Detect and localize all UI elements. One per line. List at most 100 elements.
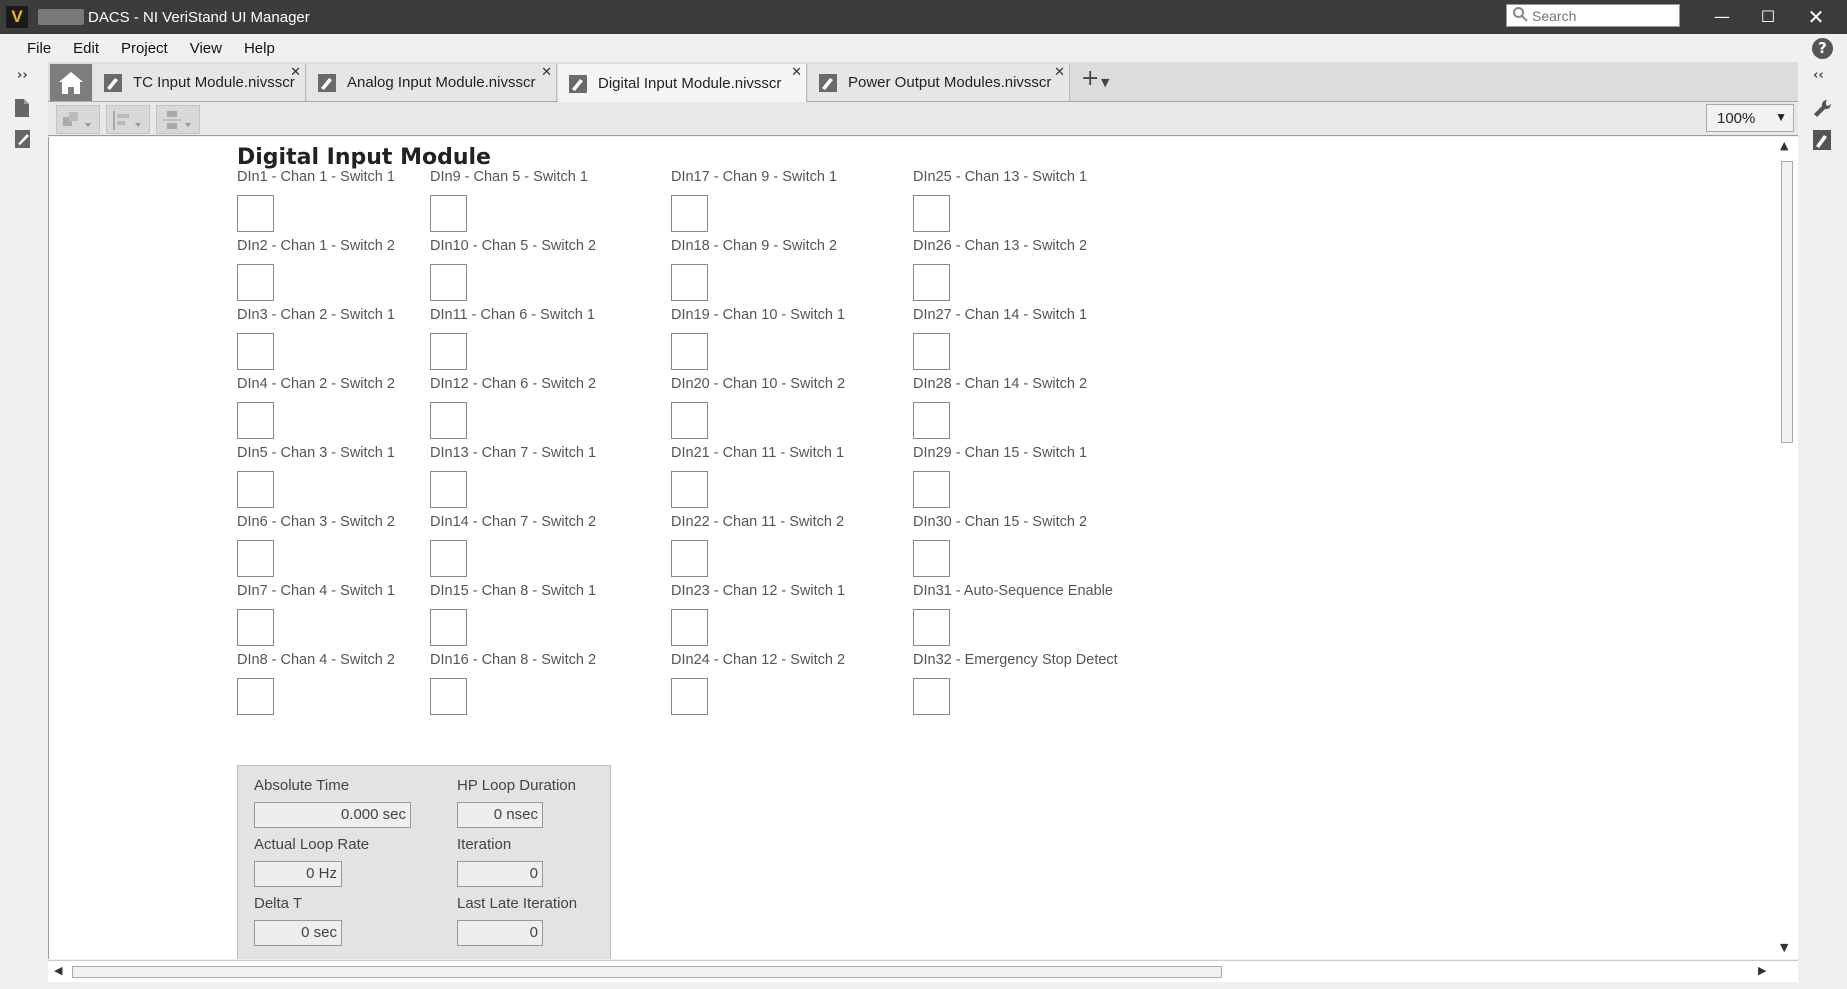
tab-close-icon[interactable]: ✕ bbox=[1054, 64, 1065, 80]
digital-input-indicator bbox=[237, 264, 274, 301]
digital-input-label: DIn27 - Chan 14 - Switch 1 bbox=[913, 307, 1088, 323]
help-icon[interactable]: ? bbox=[1812, 38, 1833, 59]
screen-edit-icon[interactable] bbox=[14, 129, 32, 149]
digital-input-label: DIn8 - Chan 4 - Switch 2 bbox=[237, 652, 395, 668]
digital-input-indicator bbox=[913, 195, 950, 232]
vertical-scroll-thumb[interactable] bbox=[1781, 161, 1793, 443]
digital-input-label: DIn15 - Chan 8 - Switch 1 bbox=[430, 583, 597, 599]
close-button[interactable]: ✕ bbox=[1793, 0, 1839, 34]
digital-input-indicator bbox=[237, 333, 274, 370]
digital-input-label: DIn1 - Chan 1 - Switch 1 bbox=[237, 169, 395, 185]
digital-input-indicator bbox=[237, 402, 274, 439]
tab-label: Digital Input Module.nivsscr bbox=[598, 75, 782, 92]
menu-file[interactable]: File bbox=[16, 40, 62, 57]
scroll-right-icon[interactable]: ▶ bbox=[1758, 964, 1766, 977]
digital-input-indicator bbox=[237, 540, 274, 577]
expand-left-icon[interactable]: ›› bbox=[17, 68, 28, 83]
digital-input-label: DIn3 - Chan 2 - Switch 1 bbox=[237, 307, 395, 323]
tab-close-icon[interactable]: ✕ bbox=[541, 64, 552, 80]
digital-input-indicator bbox=[430, 678, 467, 715]
digital-input-label: DIn13 - Chan 7 - Switch 1 bbox=[430, 445, 597, 461]
actual-loop-rate-label: Actual Loop Rate bbox=[254, 836, 370, 853]
digital-input-label: DIn30 - Chan 15 - Switch 2 bbox=[913, 514, 1088, 530]
tab-tc-input[interactable]: TC Input Module.nivsscr ✕ bbox=[93, 64, 306, 101]
hp-loop-duration-field: 0 nsec bbox=[457, 802, 543, 828]
horizontal-scroll-thumb[interactable] bbox=[72, 966, 1222, 978]
search-box[interactable] bbox=[1506, 4, 1680, 27]
menu-help[interactable]: Help bbox=[233, 40, 286, 57]
tab-digital-input[interactable]: Digital Input Module.nivsscr ✕ bbox=[558, 64, 807, 103]
tab-power-output[interactable]: Power Output Modules.nivsscr ✕ bbox=[808, 64, 1070, 101]
arrange-icon bbox=[63, 112, 91, 127]
digital-input-indicator bbox=[430, 333, 467, 370]
right-rail: ‹‹ bbox=[1799, 62, 1847, 989]
screen-properties-icon[interactable] bbox=[1812, 129, 1832, 151]
tab-label: Power Output Modules.nivsscr bbox=[848, 74, 1052, 91]
screen-canvas: Digital Input Module DIn1 - Chan 1 - Swi… bbox=[48, 137, 1798, 959]
digital-input-label: DIn10 - Chan 5 - Switch 2 bbox=[430, 238, 597, 254]
digital-input-indicator bbox=[430, 264, 467, 301]
digital-input-label: DIn7 - Chan 4 - Switch 1 bbox=[237, 583, 395, 599]
scroll-down-icon[interactable]: ▼ bbox=[1780, 941, 1788, 954]
wrench-icon[interactable] bbox=[1812, 98, 1834, 120]
digital-input-label: DIn12 - Chan 6 - Switch 2 bbox=[430, 376, 597, 392]
digital-input-label: DIn18 - Chan 9 - Switch 2 bbox=[671, 238, 838, 254]
digital-input-indicator bbox=[913, 540, 950, 577]
search-input[interactable] bbox=[1530, 6, 1670, 25]
tab-label: TC Input Module.nivsscr bbox=[133, 74, 295, 91]
tab-strip: TC Input Module.nivsscr ✕ Analog Input M… bbox=[48, 62, 1798, 103]
digital-input-indicator bbox=[913, 264, 950, 301]
tab-label: Analog Input Module.nivsscr bbox=[347, 74, 536, 91]
menu-edit[interactable]: Edit bbox=[62, 40, 110, 57]
digital-input-indicator bbox=[671, 609, 708, 646]
vertical-scrollbar[interactable]: ▲ ▼ bbox=[1776, 137, 1798, 959]
digital-input-label: DIn23 - Chan 12 - Switch 1 bbox=[671, 583, 846, 599]
add-tab-icon[interactable]: + bbox=[1081, 66, 1099, 91]
digital-input-label: DIn24 - Chan 12 - Switch 2 bbox=[671, 652, 846, 668]
hp-loop-duration-label: HP Loop Duration bbox=[457, 777, 576, 794]
home-tab[interactable] bbox=[50, 64, 92, 101]
digital-input-indicator bbox=[671, 333, 708, 370]
digital-input-label: DIn11 - Chan 6 - Switch 1 bbox=[430, 307, 595, 323]
digital-input-label: DIn2 - Chan 1 - Switch 2 bbox=[237, 238, 395, 254]
digital-input-indicator bbox=[430, 540, 467, 577]
digital-input-indicator bbox=[237, 678, 274, 715]
zoom-select[interactable]: 100% ▼ bbox=[1706, 104, 1794, 132]
toolbar: 100% ▼ bbox=[48, 102, 1798, 136]
document-icon[interactable] bbox=[14, 98, 30, 118]
title-bar: V DACS - NI VeriStand UI Manager — ☐ ✕ bbox=[0, 0, 1847, 34]
tab-analog-input[interactable]: Analog Input Module.nivsscr ✕ bbox=[307, 64, 557, 101]
digital-input-label: DIn16 - Chan 8 - Switch 2 bbox=[430, 652, 597, 668]
digital-input-indicator bbox=[671, 540, 708, 577]
absolute-time-label: Absolute Time bbox=[254, 777, 350, 794]
horizontal-scrollbar[interactable]: ◀ ▶ bbox=[48, 960, 1798, 982]
arrange-button[interactable] bbox=[56, 105, 100, 134]
digital-input-label: DIn19 - Chan 10 - Switch 1 bbox=[671, 307, 846, 323]
menu-project[interactable]: Project bbox=[110, 40, 179, 57]
digital-input-indicator bbox=[913, 471, 950, 508]
digital-input-indicator bbox=[671, 195, 708, 232]
digital-input-indicator bbox=[671, 402, 708, 439]
tab-close-icon[interactable]: ✕ bbox=[290, 64, 301, 80]
digital-input-indicator bbox=[430, 402, 467, 439]
minimize-button[interactable]: — bbox=[1699, 0, 1745, 34]
screen-file-icon bbox=[104, 73, 122, 92]
align-button[interactable] bbox=[106, 105, 150, 134]
expand-right-icon[interactable]: ‹‹ bbox=[1813, 68, 1824, 83]
tab-close-icon[interactable]: ✕ bbox=[791, 64, 802, 80]
digital-input-indicator bbox=[430, 195, 467, 232]
tab-list-dropdown-icon[interactable]: ▼ bbox=[1101, 76, 1109, 89]
digital-input-label: DIn29 - Chan 15 - Switch 1 bbox=[913, 445, 1088, 461]
maximize-button[interactable]: ☐ bbox=[1745, 0, 1791, 34]
search-icon bbox=[1510, 6, 1530, 26]
digital-input-indicator bbox=[913, 402, 950, 439]
scroll-left-icon[interactable]: ◀ bbox=[54, 964, 62, 977]
scroll-up-icon[interactable]: ▲ bbox=[1780, 139, 1788, 152]
digital-input-indicator bbox=[671, 678, 708, 715]
iteration-label: Iteration bbox=[457, 836, 512, 853]
iteration-field: 0 bbox=[457, 861, 543, 887]
distribute-button[interactable] bbox=[156, 105, 200, 134]
menu-view[interactable]: View bbox=[179, 40, 233, 57]
left-rail: ›› bbox=[0, 62, 47, 989]
digital-input-label: DIn28 - Chan 14 - Switch 2 bbox=[913, 376, 1088, 392]
